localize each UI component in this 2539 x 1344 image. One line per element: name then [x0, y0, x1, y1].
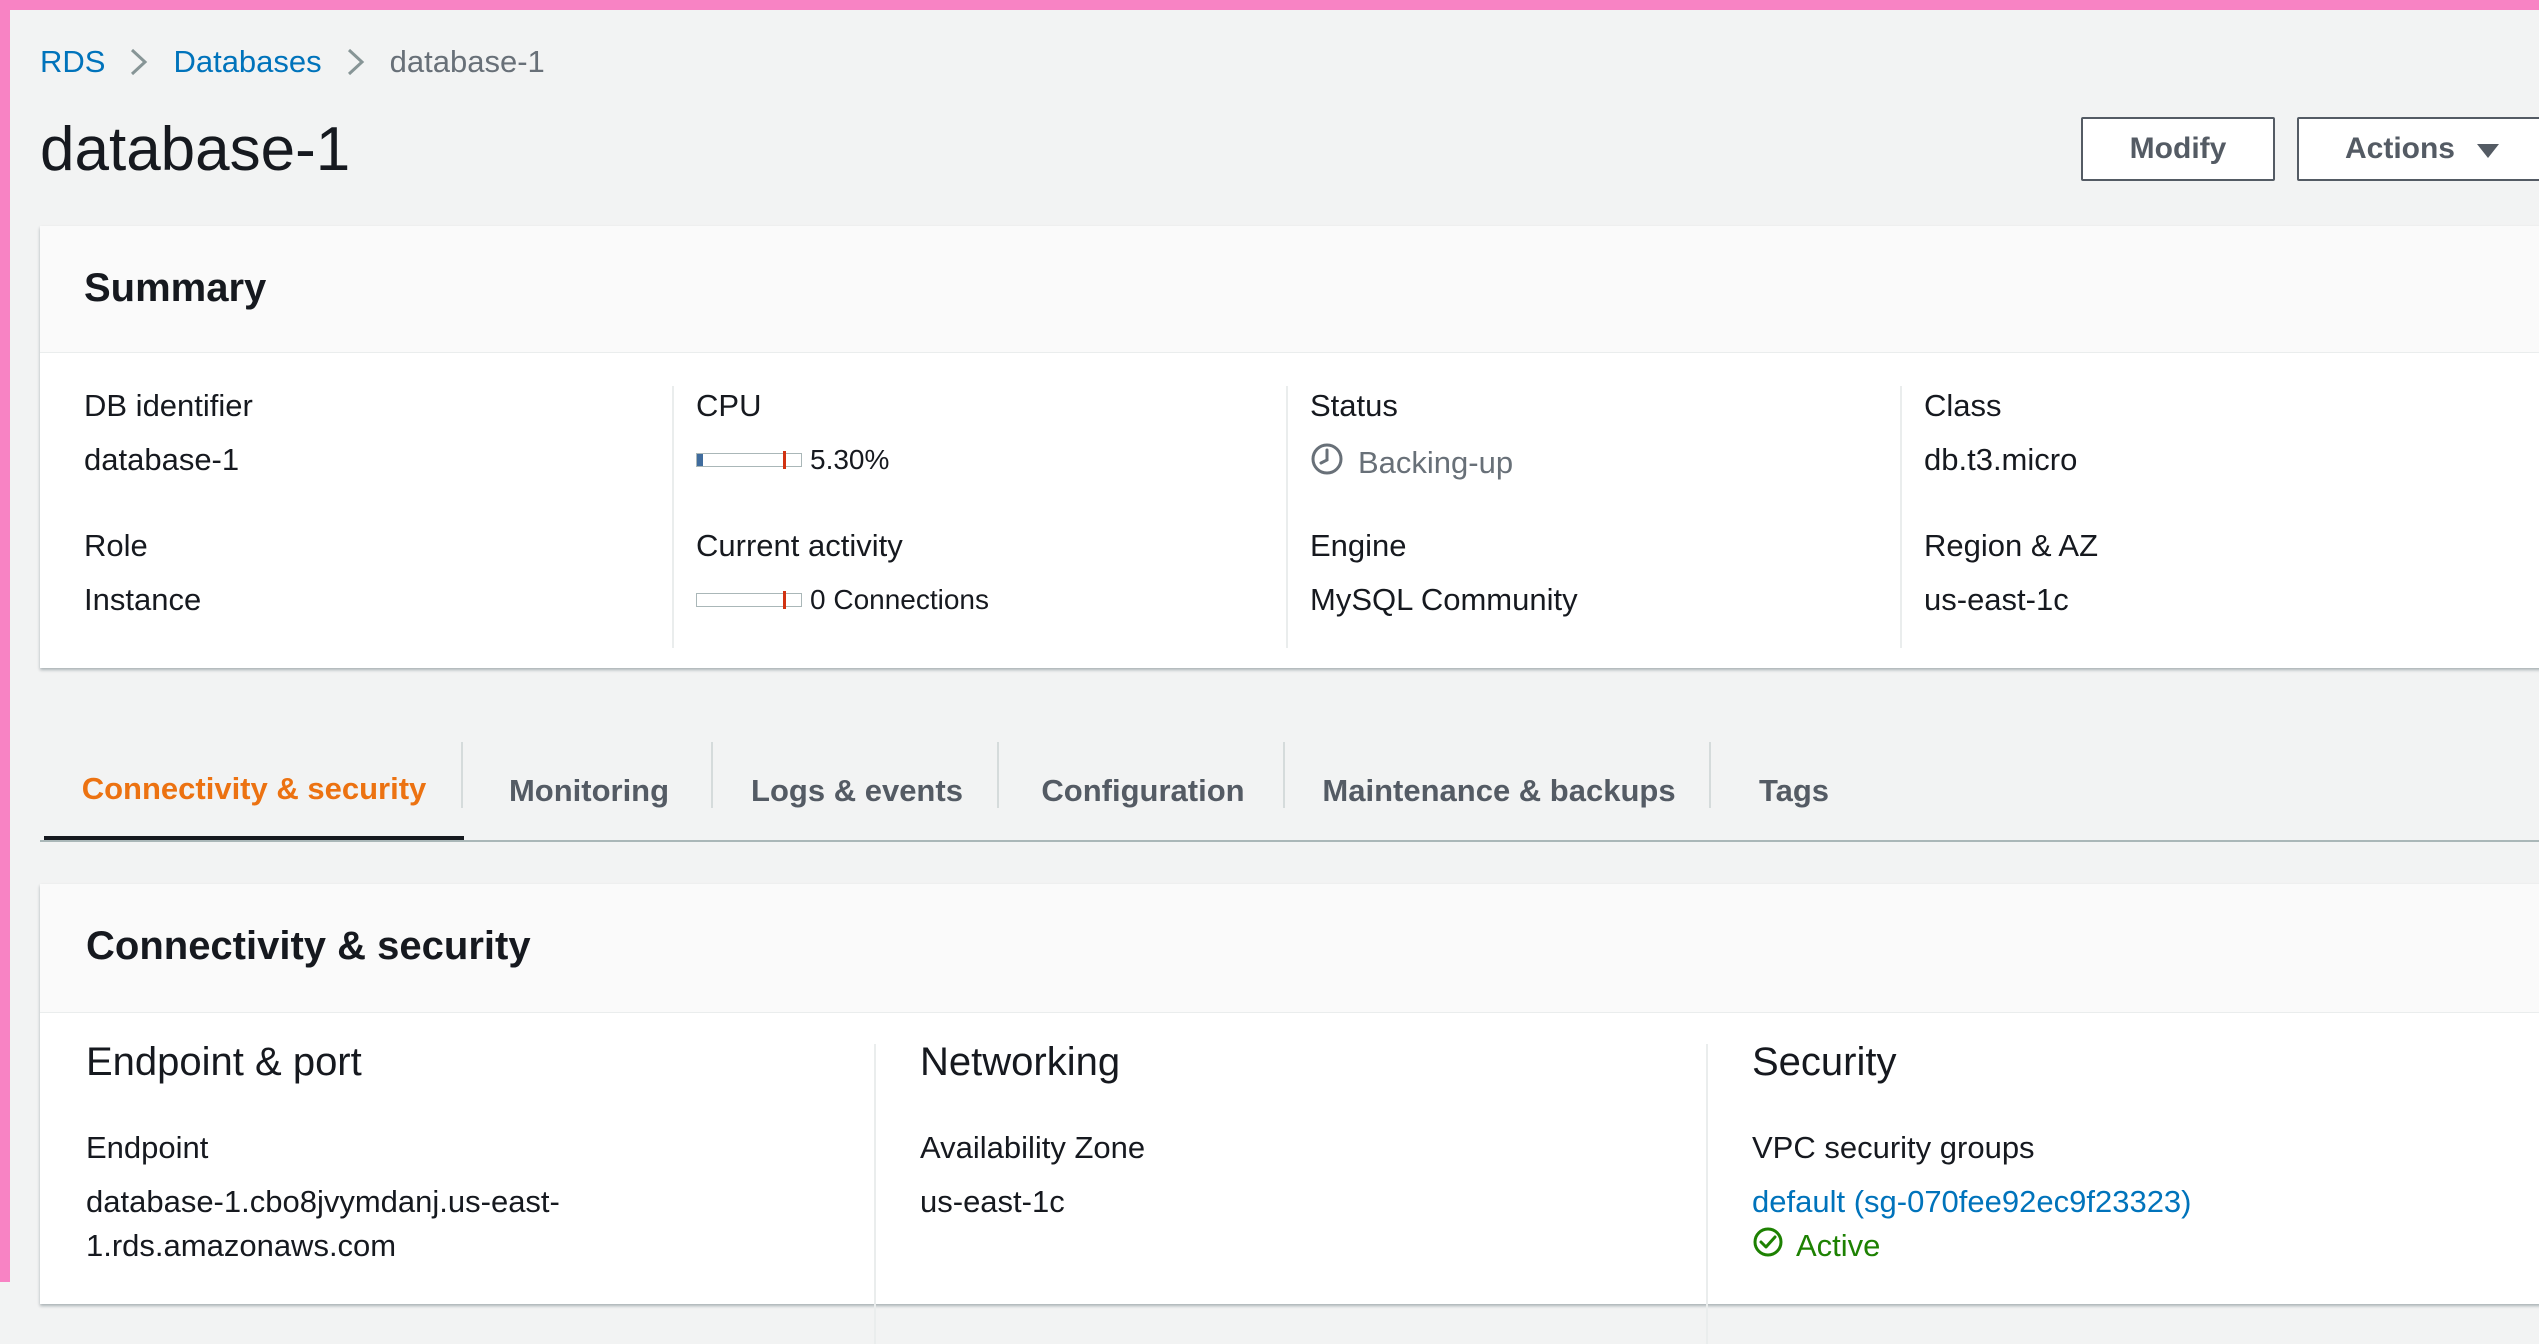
clock-icon: [1310, 442, 1344, 484]
summary-column-identifier: DB identifier database-1 Role Instance: [40, 386, 654, 648]
summary-panel: Summary DB identifier database-1 Role In…: [40, 226, 2539, 668]
cpu-bar: [696, 451, 802, 469]
endpoint-line-1: database-1.cbo8jvymdanj.us-east-: [86, 1184, 560, 1219]
current-activity-value: 0 Connections: [810, 584, 990, 615]
activity-meter: 0 Connections: [696, 584, 989, 616]
tab-divider: [461, 742, 463, 808]
connectivity-security-panel: Connectivity & security Endpoint & port …: [40, 884, 2539, 1344]
activity-threshold-marker: [783, 591, 786, 609]
actions-button-label: Actions: [2344, 132, 2455, 165]
connectivity-title: Connectivity & security: [86, 924, 531, 968]
endpoint-label: Endpoint: [86, 1130, 209, 1165]
region-az-label: Region & AZ: [1924, 528, 2099, 563]
db-identifier-value: database-1: [84, 442, 240, 477]
caret-down-icon: [2477, 144, 2499, 158]
cpu-bar-fill: [697, 454, 703, 466]
security-group-status-text: Active: [1796, 1228, 1881, 1263]
cpu-threshold-marker: [783, 451, 786, 469]
tab-configuration[interactable]: Configuration: [1000, 742, 1286, 840]
frame-border-left: [0, 0, 10, 1282]
tab-divider: [711, 742, 713, 808]
endpoint-line-2: 1.rds.amazonaws.com: [86, 1228, 397, 1263]
tab-divider: [1283, 742, 1285, 808]
breadcrumb-current: database-1: [389, 44, 545, 79]
tab-tags[interactable]: Tags: [1712, 742, 1876, 840]
current-activity-label: Current activity: [696, 528, 903, 563]
tab-maintenance-backups[interactable]: Maintenance & backups: [1286, 742, 1712, 840]
role-label: Role: [84, 528, 148, 563]
frame-border-top: [0, 0, 2539, 10]
class-label: Class: [1924, 388, 2002, 423]
class-value: db.t3.micro: [1924, 442, 2078, 477]
cpu-label: CPU: [696, 388, 762, 423]
vpc-security-groups-label: VPC security groups: [1752, 1130, 2035, 1165]
engine-label: Engine: [1310, 528, 1407, 563]
chevron-right-icon: [336, 42, 376, 82]
breadcrumb-databases-link[interactable]: Databases: [173, 44, 321, 80]
tab-divider: [997, 742, 999, 808]
endpoint-port-section: Endpoint & port Endpoint database-1.cbo8…: [40, 1040, 872, 1344]
detail-tabs: Connectivity & security Monitoring Logs …: [40, 742, 2539, 842]
security-section: Security VPC security groups default (sg…: [1706, 1040, 2539, 1344]
breadcrumb-rds-link[interactable]: RDS: [40, 44, 105, 80]
summary-column-cpu: CPU 5.30% Current activity 0 Connections: [672, 386, 1288, 648]
check-circle-icon: [1752, 1226, 1784, 1266]
security-group-status: Active: [1752, 1226, 1880, 1266]
tab-divider: [1709, 742, 1711, 808]
status-text: Backing-up: [1358, 445, 1514, 480]
db-identifier-label: DB identifier: [84, 388, 253, 423]
cpu-value: 5.30%: [810, 444, 890, 475]
security-title: Security: [1752, 1040, 1897, 1084]
summary-column-status: Status Backing-up Engine MySQL Community: [1286, 386, 1902, 648]
breadcrumb: RDS Databases database-1: [40, 42, 545, 82]
role-value: Instance: [84, 582, 202, 617]
networking-section: Networking Availability Zone us-east-1c: [874, 1040, 1708, 1344]
actions-dropdown-button[interactable]: Actions: [2297, 117, 2539, 181]
status-label: Status: [1310, 388, 1398, 423]
availability-zone-value: us-east-1c: [920, 1184, 1065, 1219]
summary-header: Summary: [40, 226, 2539, 353]
cpu-meter: 5.30%: [696, 444, 889, 476]
endpoint-value: database-1.cbo8jvymdanj.us-east- 1.rds.a…: [86, 1180, 560, 1268]
networking-title: Networking: [920, 1040, 1121, 1084]
status-value: Backing-up: [1310, 442, 1513, 484]
activity-bar: [696, 591, 802, 609]
chevron-right-icon: [119, 42, 159, 82]
endpoint-port-title: Endpoint & port: [86, 1040, 362, 1084]
engine-value: MySQL Community: [1310, 582, 1578, 617]
region-az-value: us-east-1c: [1924, 582, 2069, 617]
tab-logs-events[interactable]: Logs & events: [714, 742, 1000, 840]
availability-zone-label: Availability Zone: [920, 1130, 1146, 1165]
tab-monitoring[interactable]: Monitoring: [464, 742, 714, 840]
tab-connectivity-security[interactable]: Connectivity & security: [44, 742, 464, 840]
summary-column-class: Class db.t3.micro Region & AZ us-east-1c: [1900, 386, 2516, 648]
modify-button[interactable]: Modify: [2081, 117, 2275, 181]
connectivity-header: Connectivity & security: [40, 884, 2539, 1013]
summary-title: Summary: [84, 266, 267, 310]
vpc-security-group-link[interactable]: default (sg-070fee92ec9f23323): [1752, 1184, 2192, 1220]
page-title: database-1: [40, 115, 351, 184]
